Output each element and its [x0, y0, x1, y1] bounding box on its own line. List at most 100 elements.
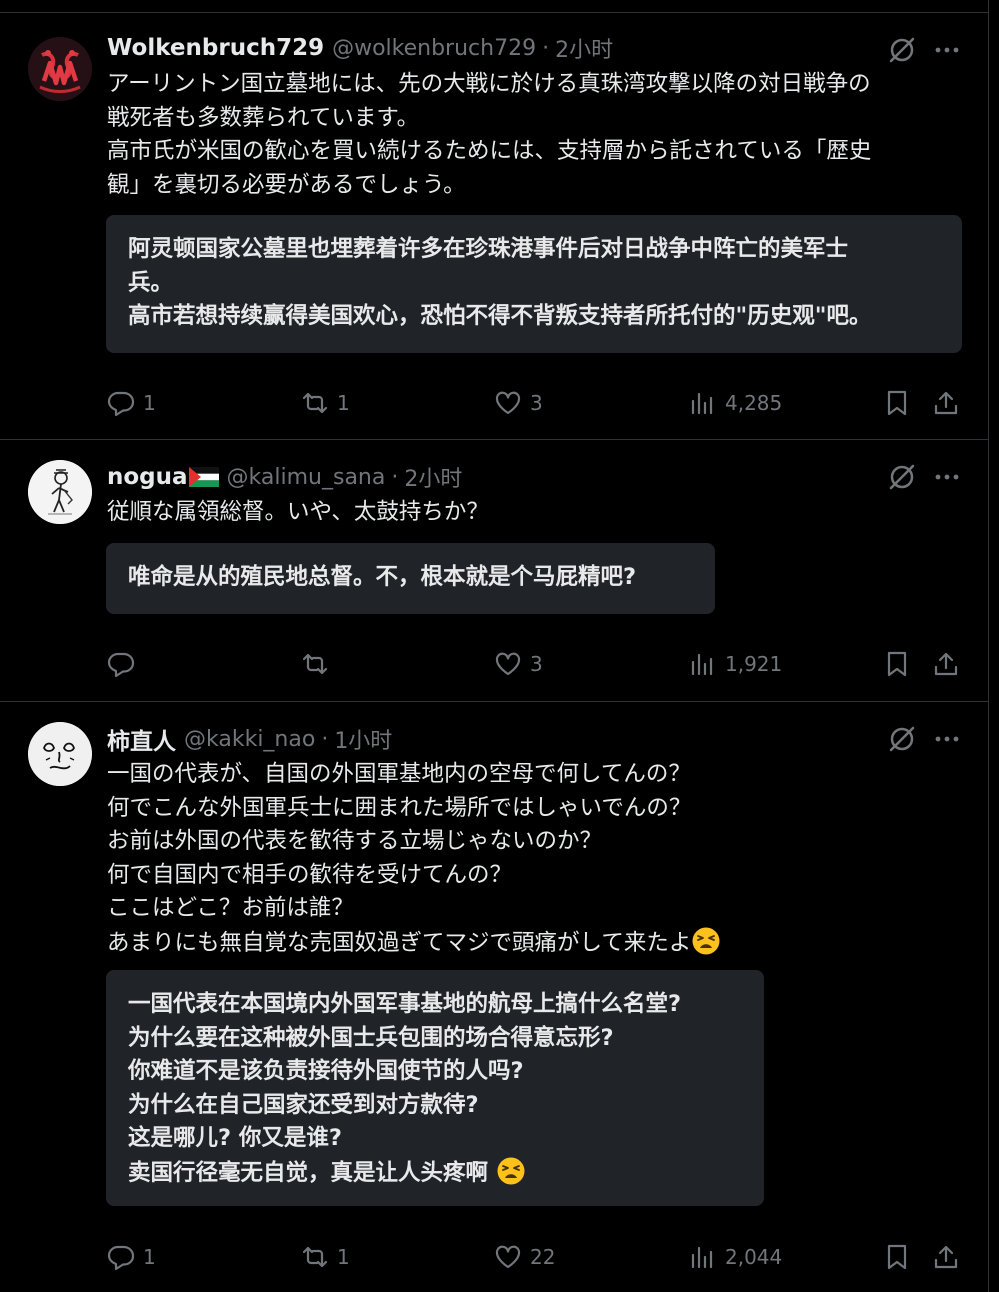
tweet-actions: 3 1,921 [0, 647, 988, 681]
views-chart-icon [691, 653, 713, 676]
separator-dot: · [391, 464, 399, 490]
user-handle[interactable]: @kakki_nao [184, 727, 315, 752]
translation-line: 兵。 [128, 269, 174, 296]
tweet-text: 一国の代表が、自国の外国軍基地内の空母で何してんの？ 何でこんな外国軍兵士に囲ま… [107, 758, 967, 960]
timestamp[interactable]: 1小时 [334, 723, 392, 755]
red-gothic-w-monogram-icon [28, 37, 92, 101]
tweet-header: Wolkenbruch729 @wolkenbruch729 · 2小时 [107, 33, 613, 63]
tired-face-emoji-icon [497, 1157, 525, 1184]
view-count: 4,285 [725, 391, 783, 415]
like-button[interactable]: 3 [494, 386, 543, 420]
avatar[interactable] [28, 460, 92, 524]
tweet-text-line: アーリントン国立墓地には、先の大戦に於ける真珠湾攻撃以降の対日戦争の [107, 71, 871, 97]
tweet-text-line-content: ここはどこ？お前は誰？ [107, 895, 354, 921]
user-handle[interactable]: @wolkenbruch729 [332, 36, 536, 61]
reply-icon [107, 391, 135, 417]
translation-line: 唯命是从的殖民地总督。不，根本就是个马屁精吧? [128, 564, 637, 590]
tired-face-emoji-icon [692, 927, 720, 954]
translation-box: 一国代表在本国境内外国军事基地的航母上搞什么名堂? 为什么要在这种被外国士兵包围… [106, 970, 764, 1206]
translation-line: 这是哪儿? 你又是谁? [128, 1125, 342, 1151]
tweet-text-line: 戦死者も多数葬られています。 [107, 104, 420, 131]
bookmark-button[interactable] [883, 1240, 911, 1274]
user-handle[interactable]: @kalimu_sana [227, 465, 386, 490]
separator-dot: · [321, 726, 329, 752]
share-button[interactable] [932, 647, 960, 681]
translation-line: 一国代表在本国境内外国军事基地的航母上搞什么名堂? [128, 991, 682, 1017]
tweet-text-line: 高市氏が米国の歓心を買い続けるためには、支持層から託されている「歴史 [107, 138, 872, 164]
bookmark-icon [887, 390, 907, 416]
tweet-header: 柿直人 @kakki_nao · 1小时 [107, 722, 392, 756]
view-count: 1,921 [725, 652, 783, 676]
bookmark-icon [887, 1244, 907, 1270]
grok-icon[interactable] [886, 723, 918, 755]
repost-button[interactable] [301, 647, 337, 681]
tweet-text-line-content: あまりにも無自覚な売国奴過ぎてマジで頭痛がして来たよ [107, 929, 692, 956]
view-count: 2,044 [725, 1245, 783, 1269]
avatar[interactable] [28, 722, 92, 786]
views-chart-icon [691, 392, 713, 415]
palestine-flag-icon [188, 467, 219, 487]
translation-line: 你难道不是该负责接待外国使节的人吗? [128, 1058, 524, 1084]
display-name[interactable]: nogua [107, 464, 188, 490]
tweet-3[interactable]: 柿直人 @kakki_nao · 1小时 一国の代表が、自国の外国軍基地内の空母… [0, 702, 988, 1292]
sketch-figure-avatar-icon [28, 460, 92, 524]
views-button[interactable]: 2,044 [689, 1240, 782, 1274]
bookmark-button[interactable] [883, 647, 911, 681]
like-count: 3 [530, 391, 543, 415]
tweet-text-line: 観」を裏切る必要があるでしょう。 [107, 171, 466, 198]
grok-icon[interactable] [886, 34, 918, 66]
timestamp[interactable]: 2小时 [555, 32, 613, 64]
tweet-text: アーリントン国立墓地には、先の大戦に於ける真珠湾攻撃以降の対日戦争の 戦死者も多… [107, 68, 967, 202]
reply-button[interactable] [107, 647, 143, 681]
tweet-header: nogua @kalimu_sana · 2小时 [107, 462, 462, 492]
like-count: 3 [530, 652, 543, 676]
repost-count: 1 [337, 1245, 350, 1269]
translation-line: 为什么在自己国家还受到对方款待? [128, 1091, 479, 1118]
bookmark-button[interactable] [883, 386, 911, 420]
views-button[interactable]: 1,921 [689, 647, 782, 681]
translation-line: 为什么要在这种被外国士兵包围的场合得意忘形? [128, 1024, 614, 1051]
reply-icon [107, 1245, 135, 1271]
reply-button[interactable]: 1 [107, 1240, 156, 1274]
translation-line: 卖国行径毫无自觉，真是让人头疼啊 [128, 1156, 742, 1191]
share-icon [934, 391, 958, 415]
display-name[interactable]: 柿直人 [107, 722, 176, 756]
share-button[interactable] [932, 1240, 960, 1274]
tweet-actions: 1 1 3 4,285 [0, 386, 988, 420]
repost-button[interactable]: 1 [301, 1240, 350, 1274]
reply-button[interactable]: 1 [107, 386, 156, 420]
translation-line-content: 卖国行径毫无自觉，真是让人头疼啊 [128, 1159, 489, 1186]
tweet-2[interactable]: nogua @kalimu_sana · 2小时 従順な属領総督。いや、太鼓持ち… [0, 440, 988, 702]
more-options-icon[interactable] [930, 34, 964, 66]
tweet-actions: 1 1 22 2,044 [0, 1240, 988, 1274]
right-divider [988, 0, 989, 1292]
timestamp[interactable]: 2小时 [404, 461, 462, 493]
views-chart-icon [691, 1246, 713, 1269]
tweet-text-line: ここはどこ？お前は誰？ [107, 892, 967, 926]
translation-box: 阿灵顿国家公墓里也埋葬着许多在珍珠港事件后对日战争中阵亡的美军士 兵。 高市若想… [106, 215, 962, 353]
reply-count: 1 [143, 1245, 156, 1269]
like-button[interactable]: 3 [494, 647, 543, 681]
heart-icon [495, 391, 521, 415]
repost-count: 1 [337, 391, 350, 415]
tweet-text-line: 従順な属領総督。いや、太鼓持ちか？ [107, 499, 489, 525]
grok-icon[interactable] [886, 461, 918, 493]
avatar[interactable] [28, 37, 92, 101]
doodle-face-avatar-icon [28, 722, 92, 786]
more-options-icon[interactable] [930, 461, 964, 493]
repost-icon [302, 1246, 328, 1268]
share-button[interactable] [932, 386, 960, 420]
repost-icon [302, 392, 328, 414]
repost-button[interactable]: 1 [301, 386, 350, 420]
tweet-1[interactable]: Wolkenbruch729 @wolkenbruch729 · 2小时 アーリ… [0, 13, 988, 440]
share-icon [934, 1245, 958, 1269]
more-options-icon[interactable] [930, 723, 964, 755]
translation-line: 阿灵顿国家公墓里也埋葬着许多在珍珠港事件后对日战争中阵亡的美军士 [128, 236, 849, 262]
display-name[interactable]: Wolkenbruch729 [107, 35, 324, 61]
like-button[interactable]: 22 [494, 1240, 555, 1274]
reply-icon [107, 652, 135, 678]
tweet-text-line: 何でこんな外国軍兵士に囲まれた場所ではしゃいでんの？ [107, 794, 692, 821]
translation-box: 唯命是从的殖民地总督。不，根本就是个马屁精吧? [106, 543, 715, 614]
share-icon [934, 652, 958, 676]
views-button[interactable]: 4,285 [689, 386, 782, 420]
